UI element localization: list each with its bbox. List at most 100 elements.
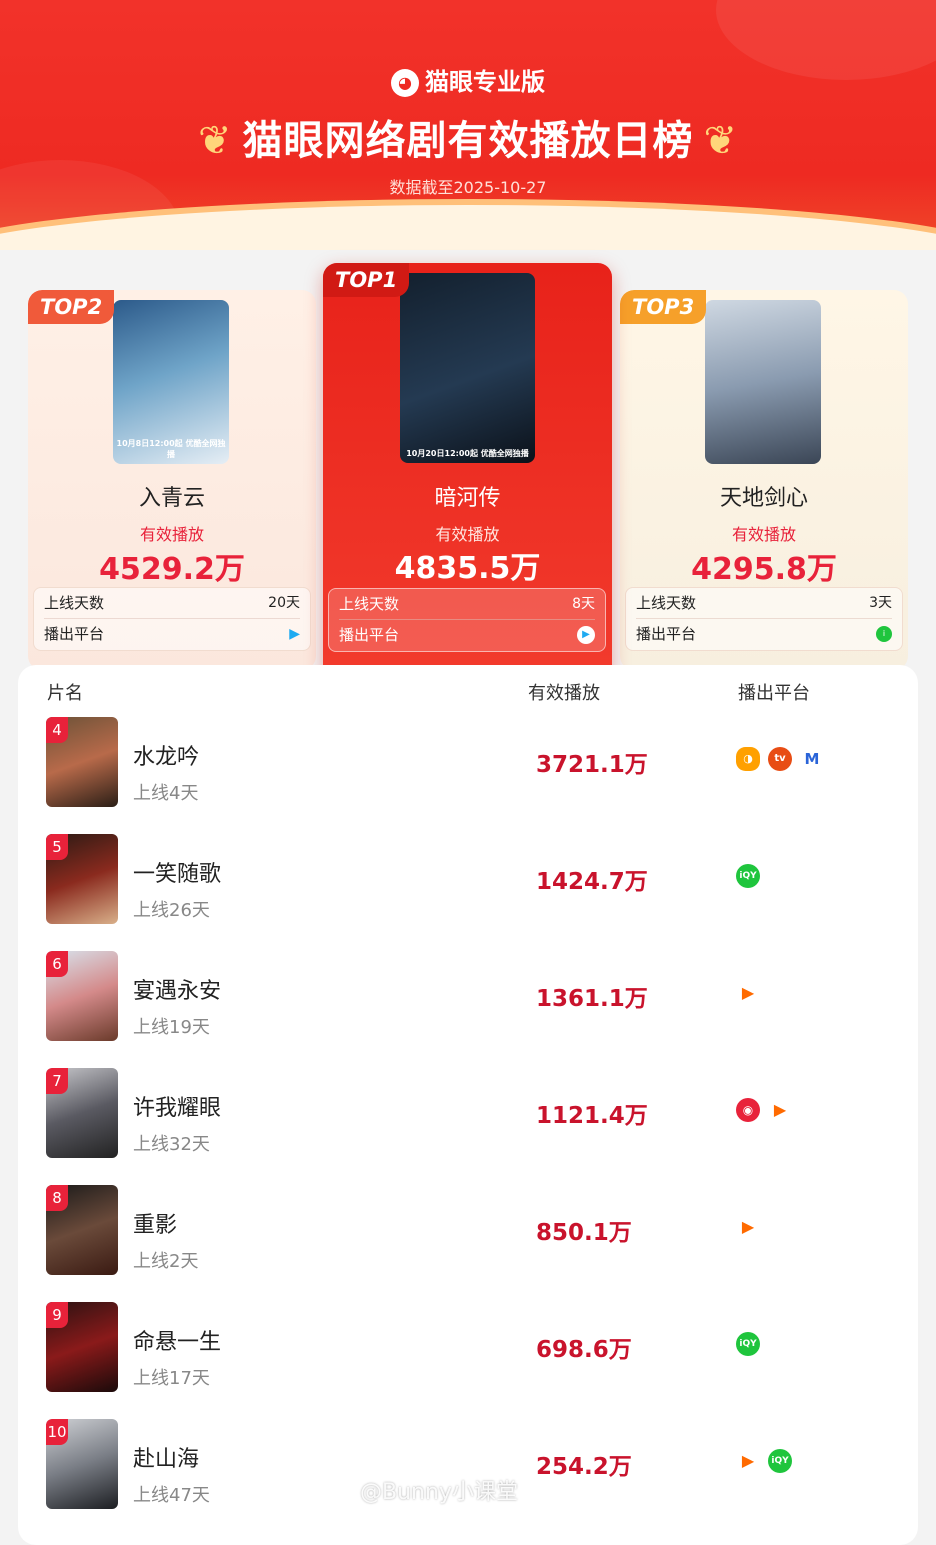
play-value: 254.2万 xyxy=(536,1454,632,1480)
title-text: 猫眼网络剧有效播放日榜 xyxy=(242,118,694,164)
mgtv-icon: M xyxy=(800,747,824,771)
platform-icons: ◉ ▶ xyxy=(736,1098,800,1124)
youku-icon: ▶ xyxy=(577,626,595,644)
youku-icon: ▶ xyxy=(289,626,300,642)
platform-label: 播出平台 xyxy=(44,625,105,643)
play-label: 有效播放 xyxy=(139,525,204,544)
days-label: 上线天数 xyxy=(636,594,697,612)
drama-title: 重影 xyxy=(133,1213,178,1238)
rank-number: 6 xyxy=(46,951,68,977)
cctv-icon: tv xyxy=(768,747,792,771)
info-box: 上线天数 20天 播出平台 ▶ xyxy=(33,587,311,651)
drama-title: 暗河传 xyxy=(434,486,501,511)
days-value: 3天 xyxy=(869,595,892,611)
platform-icons: iQY xyxy=(736,864,768,890)
play-value: 1424.7万 xyxy=(536,869,648,895)
brand: ◕ 猫眼专业版 xyxy=(0,62,936,97)
table-header: 片名 有效播放 播出平台 xyxy=(18,679,918,707)
top3-card[interactable]: TOP3 天地剑心 有效播放 4295.8万 上线天数 3天 播出平台 i xyxy=(620,290,908,670)
iqiyi-icon: iQY xyxy=(736,1332,760,1356)
drama-title: 宴遇永安 xyxy=(133,979,222,1004)
play-value: 1121.4万 xyxy=(536,1103,648,1129)
drama-title: 命悬一生 xyxy=(133,1330,222,1355)
drama-title: 一笑随歌 xyxy=(133,862,222,887)
rank-number: 8 xyxy=(46,1185,68,1211)
days-value: 8天 xyxy=(572,596,595,612)
poster-thumbnail: 7 xyxy=(46,1068,118,1158)
days-row: 上线天数 8天 xyxy=(339,589,595,619)
drama-title: 许我耀眼 xyxy=(133,1096,222,1121)
tencent-icon: ▶ xyxy=(736,1215,760,1239)
poster-thumbnail: 6 xyxy=(46,951,118,1041)
poster-thumbnail: 9 xyxy=(46,1302,118,1392)
platform-icons: iQY xyxy=(736,1332,768,1358)
col-name: 片名 xyxy=(47,683,83,704)
page-title: ❦ 猫眼网络剧有效播放日榜 ❦ xyxy=(0,108,936,166)
days-row: 上线天数 20天 xyxy=(44,588,300,618)
top2-card[interactable]: 10月8日12:00起 优酷全网独播 TOP2 入青云 有效播放 4529.2万… xyxy=(28,290,316,670)
maoyan-cat-icon: ◕ xyxy=(391,69,419,97)
table-row[interactable]: 8 重影上线2天 850.1万 ▶ xyxy=(18,1185,918,1285)
platform-row: 播出平台 ▶ xyxy=(339,619,595,650)
rank-badge: TOP1 xyxy=(323,263,410,297)
platform-row: 播出平台 ▶ xyxy=(44,618,300,649)
data-date: 数据截至2025-10-27 xyxy=(389,178,547,197)
days-online: 上线19天 xyxy=(133,1017,210,1038)
laurel-right-icon: ❦ xyxy=(703,118,739,164)
play-label: 有效播放 xyxy=(731,525,796,544)
tencent-icon: ▶ xyxy=(736,981,760,1005)
top1-card[interactable]: 10月20日12:00起 优酷全网独播 TOP1 暗河传 有效播放 4835.5… xyxy=(323,263,612,683)
rank-badge: TOP2 xyxy=(28,290,115,324)
platform-icons: ▶ xyxy=(736,981,768,1007)
watermark: @Bunny小课堂 xyxy=(360,1480,518,1505)
info-box: 上线天数 3天 播出平台 i xyxy=(625,587,903,651)
days-online: 上线17天 xyxy=(133,1368,210,1389)
days-value: 20天 xyxy=(268,595,300,611)
poster-caption: 10月8日12:00起 优酷全网独播 xyxy=(116,439,226,459)
platform-row: 播出平台 i xyxy=(636,618,892,649)
table-row[interactable]: 4 水龙吟 上线4天 3721.1万 ◑ tv M xyxy=(18,717,918,817)
rank-number: 7 xyxy=(46,1068,68,1094)
iqiyi-icon: i xyxy=(876,626,892,642)
play-value: 1361.1万 xyxy=(536,986,648,1012)
laurel-left-icon: ❦ xyxy=(197,118,233,164)
drama-title: 入青云 xyxy=(138,486,205,511)
iqiyi-icon: iQY xyxy=(768,1449,792,1473)
days-online: 上线2天 xyxy=(133,1251,199,1272)
table-row[interactable]: 9 命悬一生 上线17天 698.6万 iQY xyxy=(18,1302,918,1402)
poster-caption: 10月20日12:00起 优酷全网独播 xyxy=(406,449,529,458)
platform-icons: ▶ iQY xyxy=(736,1449,800,1475)
rank-badge: TOP3 xyxy=(620,290,707,324)
table-row[interactable]: 7 许我耀眼 上线32天 1121.4万 ◉ ▶ xyxy=(18,1068,918,1168)
ranking-table: 片名 有效播放 播出平台 4 水龙吟 上线4天 3721.1万 ◑ tv M 5 一笑随歌 上线2… xyxy=(18,665,918,1545)
weibo-icon: ◉ xyxy=(736,1098,760,1122)
play-value: 3721.1万 xyxy=(536,752,648,778)
rank-number: 10 xyxy=(46,1419,68,1445)
days-online: 上线47天 xyxy=(133,1485,210,1506)
table-row[interactable]: 5 一笑随歌上线26天 1424.7万 iQY xyxy=(18,834,918,934)
platform-label: 播出平台 xyxy=(339,626,400,644)
platform-icons: ▶ xyxy=(736,1215,768,1241)
play-value: 4295.8万 xyxy=(691,552,837,587)
drama-title: 赴山海 xyxy=(133,1447,200,1472)
play-value: 4835.5万 xyxy=(394,551,541,586)
drama-title: 天地剑心 xyxy=(719,486,808,511)
table-row[interactable]: 6 宴遇永安上线19天 1361.1万 ▶ xyxy=(18,951,918,1051)
info-box: 上线天数 8天 播出平台 ▶ xyxy=(328,588,606,652)
tencent-icon: ▶ xyxy=(736,1449,760,1473)
poster-thumbnail: 4 xyxy=(46,717,118,807)
rank-number: 5 xyxy=(46,834,68,860)
play-label: 有效播放 xyxy=(435,525,500,544)
top1-poster: 10月20日12:00起 优酷全网独播 xyxy=(400,273,535,463)
poster-thumbnail: 8 xyxy=(46,1185,118,1275)
days-label: 上线天数 xyxy=(339,595,400,613)
days-label: 上线天数 xyxy=(44,594,105,612)
poster-thumbnail: 10 xyxy=(46,1419,118,1509)
rank-number: 9 xyxy=(46,1302,68,1328)
days-row: 上线天数 3天 xyxy=(636,588,892,618)
col-platform: 播出平台 xyxy=(738,683,810,704)
days-online: 上线26天 xyxy=(133,900,210,921)
drama-title: 水龙吟 xyxy=(133,745,200,770)
play-value: 850.1万 xyxy=(536,1220,632,1246)
mango-icon: ◑ xyxy=(736,747,760,771)
